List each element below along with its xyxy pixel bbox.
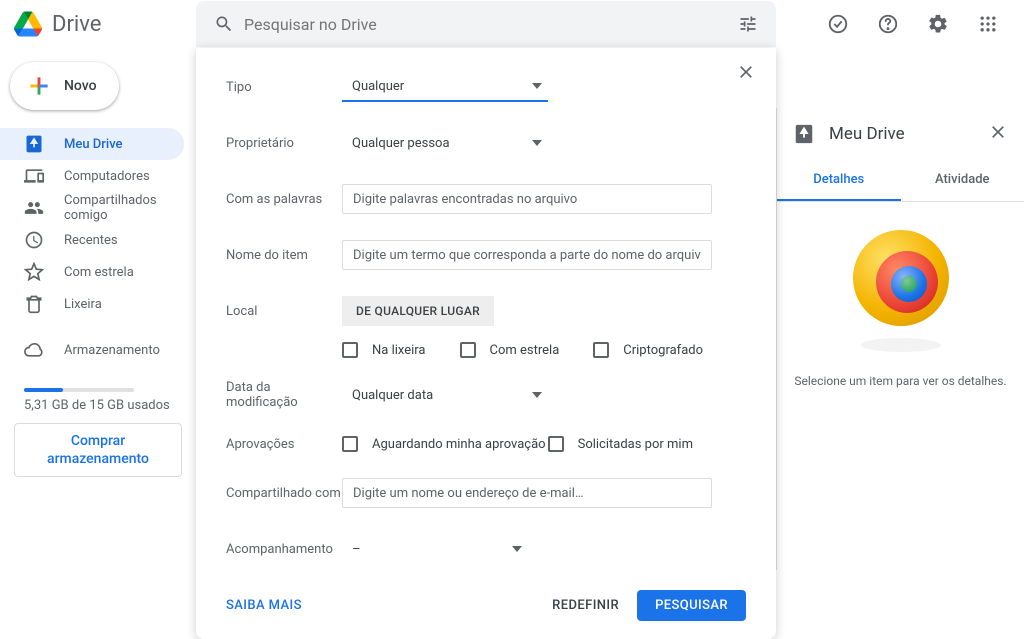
item-name-label: Nome do item <box>226 248 342 263</box>
app-name: Drive <box>52 12 101 37</box>
search-bar[interactable] <box>196 1 776 47</box>
new-button[interactable]: Novo <box>10 62 119 110</box>
main-area: Tipo Qualquer Proprietário Qualquer pess… <box>196 48 776 570</box>
modified-select[interactable]: Qualquer data <box>342 380 548 410</box>
type-select[interactable]: Qualquer <box>342 72 548 102</box>
nav-my-drive[interactable]: Meu Drive <box>0 128 184 160</box>
people-icon <box>24 198 44 218</box>
drive-icon <box>793 123 815 145</box>
learn-more-link[interactable]: SAIBA MAIS <box>226 598 302 613</box>
nav-trash[interactable]: Lixeira <box>0 288 184 320</box>
storage-bar <box>24 388 134 392</box>
header-actions <box>818 4 1008 44</box>
search-input[interactable] <box>244 15 728 34</box>
owner-select[interactable]: Qualquer pessoa <box>342 128 548 158</box>
cloud-icon <box>24 340 44 360</box>
help-icon[interactable] <box>868 4 908 44</box>
details-panel: Meu Drive Detalhes Atividade Selecione u… <box>776 108 1024 570</box>
apps-icon[interactable] <box>968 4 1008 44</box>
search-icon[interactable] <box>204 14 244 34</box>
buy-storage-button[interactable]: Comprar armazenamento <box>14 423 182 477</box>
shared-with-label: Compartilhado com <box>226 486 342 501</box>
clock-icon <box>24 230 44 250</box>
devices-icon <box>24 166 44 186</box>
details-title: Meu Drive <box>829 124 974 144</box>
nav-storage[interactable]: Armazenamento <box>0 334 184 366</box>
words-input[interactable] <box>342 184 712 214</box>
star-icon <box>24 262 44 282</box>
nav-recent[interactable]: Recentes <box>0 224 184 256</box>
location-label: Local <box>226 304 342 319</box>
details-illustration <box>851 228 951 328</box>
nav-shared[interactable]: Compartilhados comigo <box>0 192 184 224</box>
chevron-down-icon <box>532 83 542 89</box>
chk-requested-by-me[interactable]: Solicitadas por mim <box>548 436 693 452</box>
owner-label: Proprietário <box>226 136 342 151</box>
chevron-down-icon <box>532 392 542 398</box>
trash-icon <box>24 294 44 314</box>
nav-list: Meu Drive Computadores Compartilhados co… <box>0 128 196 366</box>
checkbox-row: Na lixeira Com estrela Criptografado <box>342 342 746 358</box>
plus-icon <box>26 73 52 99</box>
approvals-label: Aprovações <box>226 437 342 452</box>
tab-activity[interactable]: Atividade <box>901 160 1024 201</box>
close-icon[interactable] <box>736 62 756 86</box>
modified-label: Data da modificação <box>226 380 342 410</box>
new-button-label: Novo <box>64 78 97 94</box>
words-label: Com as palavras <box>226 192 342 207</box>
chk-trash[interactable]: Na lixeira <box>342 342 426 358</box>
storage-text: 5,31 GB de 15 GB usados <box>24 398 172 413</box>
shared-with-input[interactable] <box>342 478 712 508</box>
search-button[interactable]: PESQUISAR <box>637 590 746 621</box>
logo-area[interactable]: Drive <box>8 10 196 38</box>
illustration-shadow <box>861 338 941 352</box>
item-name-input[interactable] <box>342 240 712 270</box>
type-label: Tipo <box>226 80 342 95</box>
offline-ready-icon[interactable] <box>818 4 858 44</box>
followup-label: Acompanhamento <box>226 542 342 557</box>
sidebar: Novo Meu Drive Computadores Compartilhad… <box>0 48 196 570</box>
details-empty-text: Selecione um item para ver os detalhes. <box>791 374 1010 388</box>
app-header: Drive <box>0 0 1024 48</box>
close-icon[interactable] <box>988 122 1008 146</box>
advanced-search-panel: Tipo Qualquer Proprietário Qualquer pess… <box>196 48 776 639</box>
followup-select[interactable]: – <box>342 534 528 564</box>
chevron-down-icon <box>532 140 542 146</box>
nav-starred[interactable]: Com estrela <box>0 256 184 288</box>
location-button[interactable]: DE QUALQUER LUGAR <box>342 296 494 326</box>
settings-icon[interactable] <box>918 4 958 44</box>
chk-awaiting-approval[interactable]: Aguardando minha aprovação <box>342 436 546 452</box>
chevron-down-icon <box>512 546 522 552</box>
drive-logo-icon <box>14 10 42 38</box>
reset-button[interactable]: REDEFINIR <box>552 598 619 613</box>
tab-details[interactable]: Detalhes <box>777 160 901 201</box>
drive-icon <box>24 134 44 154</box>
tune-icon[interactable] <box>728 14 768 34</box>
chk-starred[interactable]: Com estrela <box>460 342 560 358</box>
storage-section: 5,31 GB de 15 GB usados <box>0 366 196 413</box>
nav-computers[interactable]: Computadores <box>0 160 184 192</box>
chk-encrypted[interactable]: Criptografado <box>593 342 703 358</box>
